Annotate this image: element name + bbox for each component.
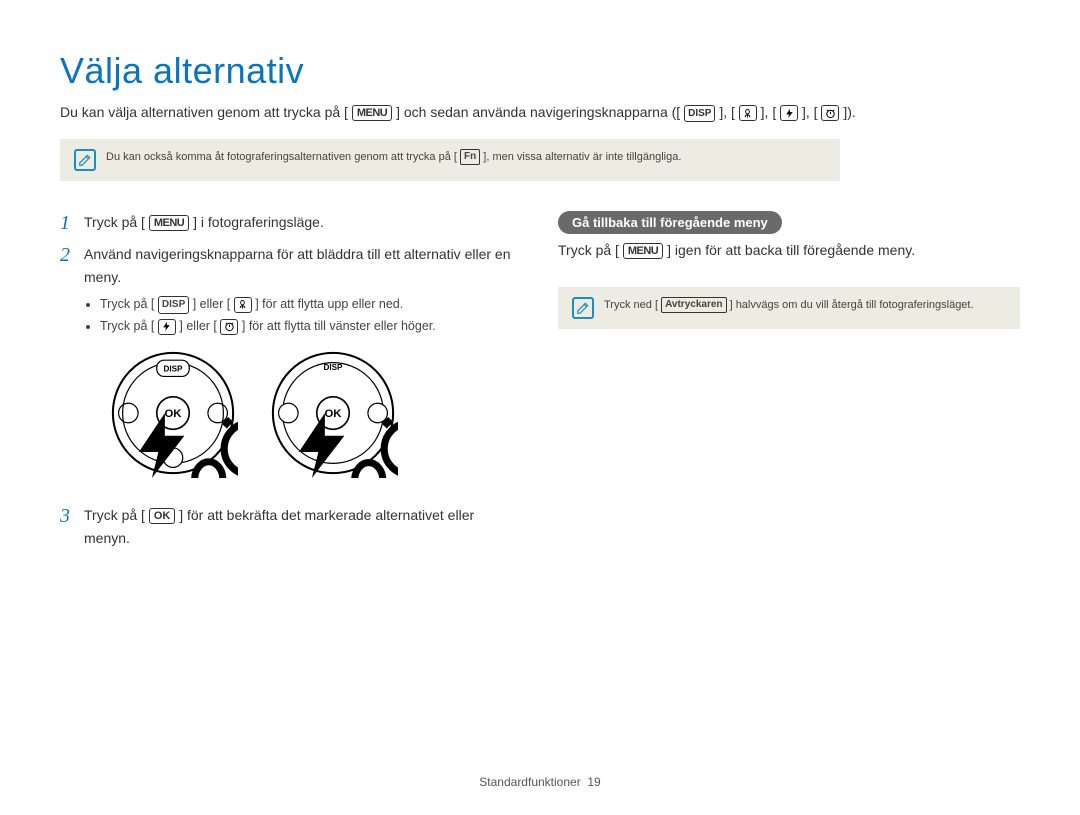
- intro-seg: ] och sedan använda navigeringsknapparna…: [396, 104, 680, 120]
- page-title: Välja alternativ: [60, 50, 1020, 92]
- shutter-button-label: Avtryckaren: [661, 297, 726, 313]
- svg-text:DISP: DISP: [164, 365, 184, 374]
- control-dial-horizontal: OK DISP: [268, 348, 398, 478]
- note-text: Du kan också komma åt fotograferingsalte…: [106, 149, 681, 165]
- macro-icon: [739, 105, 757, 121]
- intro-seg: ], [: [761, 104, 777, 120]
- flash-icon: [158, 319, 176, 335]
- note-seg: Du kan också komma åt fotograferingsalte…: [106, 151, 457, 163]
- sub-seg: ] för att flytta till vänster eller höge…: [242, 319, 436, 333]
- intro-seg: ], [: [719, 104, 735, 120]
- menu-button-label: MENU: [149, 215, 189, 231]
- note-seg: ], men vissa alternativ är inte tillgäng…: [483, 151, 681, 163]
- svg-text:OK: OK: [164, 408, 182, 420]
- intro-text: Du kan välja alternativen genom att tryc…: [60, 102, 1020, 123]
- flash-icon: [780, 105, 798, 121]
- timer-icon: [821, 105, 839, 121]
- right-column: Gå tillbaka till föregående meny Tryck p…: [558, 211, 1020, 559]
- note-text: Tryck ned [ Avtryckaren ] halvvägs om du…: [604, 297, 974, 313]
- note-icon: [74, 149, 96, 171]
- step-2: Använd navigeringsknapparna för att bläd…: [60, 243, 522, 478]
- disp-button-label: DISP: [158, 296, 189, 314]
- step-seg: Tryck på [: [84, 214, 145, 230]
- intro-seg: ]).: [843, 104, 855, 120]
- step-seg: ] i fotograferingsläge.: [193, 214, 324, 230]
- right-seg: ] igen för att backa till föregående men…: [667, 242, 915, 258]
- right-seg: Tryck på [: [558, 242, 619, 258]
- footer-page: 19: [587, 775, 600, 789]
- sub-2: Tryck på [ ] eller [ ] för att flytta ti…: [100, 316, 522, 336]
- svg-text:OK: OK: [324, 408, 342, 420]
- menu-button-label: MENU: [623, 243, 663, 259]
- disp-button-label: DISP: [684, 105, 715, 122]
- section-pill: Gå tillbaka till föregående meny: [558, 211, 782, 234]
- sub-seg: ] för att flytta upp eller ned.: [255, 297, 403, 311]
- right-text: Tryck på [ MENU ] igen för att backa til…: [558, 242, 1020, 259]
- fn-button-label: Fn: [460, 149, 480, 165]
- sub-seg: Tryck på [: [100, 319, 154, 333]
- control-dial-vertical: OK DISP: [108, 348, 238, 478]
- sub-1: Tryck på [ DISP ] eller [ ] för att flyt…: [100, 294, 522, 314]
- footer-label: Standardfunktioner: [479, 775, 580, 789]
- sub-seg: Tryck på [: [100, 297, 154, 311]
- svg-text:DISP: DISP: [324, 363, 344, 372]
- note-box-right: Tryck ned [ Avtryckaren ] halvvägs om du…: [558, 287, 1020, 329]
- note-icon: [572, 297, 594, 319]
- timer-icon: [220, 319, 238, 335]
- step-1: Tryck på [ MENU ] i fotograferingsläge.: [60, 211, 522, 233]
- step-seg: Tryck på [: [84, 507, 145, 523]
- sub-seg: ] eller [: [193, 297, 231, 311]
- macro-icon: [234, 297, 252, 313]
- page-footer: Standardfunktioner 19: [0, 775, 1080, 789]
- left-column: Tryck på [ MENU ] i fotograferingsläge. …: [60, 211, 522, 559]
- note-seg: ] halvvägs om du vill återgå till fotogr…: [730, 299, 974, 311]
- note-seg: Tryck ned [: [604, 299, 658, 311]
- step-3: Tryck på [ OK ] för att bekräfta det mar…: [60, 504, 522, 549]
- dial-illustration-row: OK DISP: [108, 348, 522, 478]
- step-seg: Använd navigeringsknapparna för att bläd…: [84, 246, 510, 284]
- note-box-top: Du kan också komma åt fotograferingsalte…: [60, 139, 840, 181]
- ok-button-label: OK: [149, 508, 176, 524]
- intro-seg: Du kan välja alternativen genom att tryc…: [60, 104, 348, 120]
- menu-button-label: MENU: [352, 105, 392, 121]
- sub-seg: ] eller [: [179, 319, 217, 333]
- intro-seg: ], [: [802, 104, 818, 120]
